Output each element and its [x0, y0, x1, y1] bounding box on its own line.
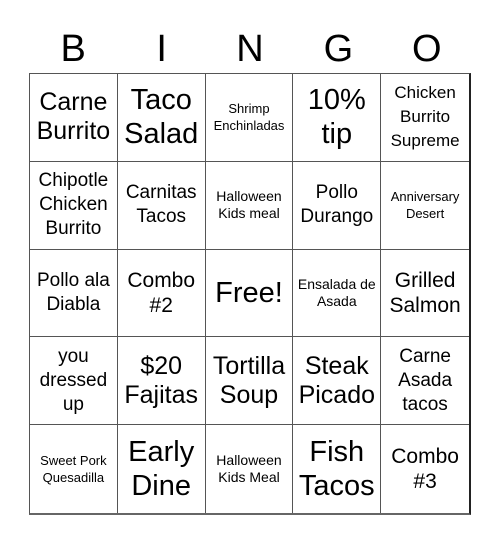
header-letter-i: I	[156, 28, 167, 70]
bingo-cell-label: Chicken Burrito Supreme	[390, 83, 460, 151]
bingo-cell-label: Anniversary Desert	[390, 189, 460, 222]
bingo-cell[interactable]: Free!	[205, 249, 294, 338]
bingo-cell[interactable]: Chipotle Chicken Burrito	[30, 161, 118, 250]
bingo-cell[interactable]: Pollo ala Diabla	[30, 249, 118, 338]
bingo-cell[interactable]: Combo #3	[381, 425, 469, 513]
bingo-cell[interactable]: Steak Picado	[293, 337, 382, 426]
bingo-card-grid: Carne Burrito Taco Salad Shrimp Enchinlada…	[29, 73, 471, 515]
bingo-cell-label: Early Dine	[128, 436, 195, 503]
bingo-cell-label: Tortilla Soup	[212, 351, 286, 409]
bingo-cell[interactable]: 10% tip	[293, 74, 382, 162]
header-letter-b: B	[60, 28, 86, 70]
bingo-cell-label: Chipotle Chicken Burrito	[38, 170, 109, 240]
bingo-cell-label: Carnitas Tacos	[125, 182, 197, 228]
bingo-cell-label: Carne Asada tacos	[398, 345, 453, 415]
bingo-cell-label: Taco Salad	[124, 84, 199, 151]
bingo-cell[interactable]: Early Dine	[118, 425, 206, 513]
bingo-cell-label: Free!	[215, 276, 283, 309]
bingo-cell-label: you dressed up	[39, 345, 108, 415]
bingo-header: B I N G O	[29, 26, 471, 72]
bingo-cell-label: Shrimp Enchinladas	[213, 101, 285, 134]
bingo-cell[interactable]: Halloween Kids meal	[205, 161, 294, 250]
bingo-cell[interactable]: Tortilla Soup	[205, 337, 294, 426]
bingo-cell[interactable]: Grilled Salmon	[381, 250, 469, 338]
bingo-cell[interactable]: Fish Tacos	[293, 425, 382, 513]
bingo-cell[interactable]: Carne Asada tacos	[381, 337, 469, 426]
bingo-cell[interactable]: Carnitas Tacos	[117, 161, 206, 250]
bingo-cell-label: Ensalada de Asada	[297, 275, 376, 309]
bingo-cell[interactable]: Pollo Durango	[293, 161, 382, 250]
bingo-cell[interactable]: Taco Salad	[117, 74, 206, 162]
bingo-cell[interactable]: Combo #2	[117, 249, 206, 338]
bingo-cell-label: Steak Picado	[298, 351, 376, 409]
bingo-cell[interactable]: Carne Burrito	[30, 74, 118, 162]
bingo-cell-label: Pollo Durango	[300, 182, 374, 228]
bingo-cell[interactable]: Anniversary Desert	[381, 162, 469, 250]
header-letter-o: O	[412, 28, 442, 70]
bingo-cell[interactable]: Ensalada de Asada	[293, 249, 382, 338]
bingo-cell[interactable]: Shrimp Enchinladas	[205, 74, 294, 162]
bingo-cell-label: Combo #2	[127, 268, 196, 317]
bingo-cell-label: Fish Tacos	[298, 436, 375, 503]
bingo-cell-label: Sweet Pork Quesadilla	[40, 453, 107, 486]
bingo-cell[interactable]: $20 Fajitas	[117, 337, 206, 426]
bingo-cell-label: Halloween Kids meal	[216, 188, 282, 222]
bingo-cell-label: Combo #3	[391, 445, 459, 494]
bingo-cell[interactable]: Sweet Pork Quesadilla	[30, 425, 118, 513]
bingo-cell-label: $20 Fajitas	[124, 351, 199, 409]
bingo-cell[interactable]: Halloween Kids Meal	[206, 425, 294, 513]
header-letter-g: G	[323, 28, 354, 70]
bingo-cell-label: 10% tip	[307, 84, 366, 151]
bingo-cell-label: Pollo ala Diabla	[36, 269, 110, 315]
bingo-cell-label: Carne Burrito	[36, 88, 111, 146]
bingo-cell[interactable]: Chicken Burrito Supreme	[381, 74, 469, 162]
bingo-cell-label: Grilled Salmon	[389, 268, 461, 317]
bingo-cell-label: Halloween Kids Meal	[216, 452, 282, 486]
bingo-cell[interactable]: you dressed up	[30, 337, 118, 426]
header-letter-n: N	[236, 28, 264, 70]
